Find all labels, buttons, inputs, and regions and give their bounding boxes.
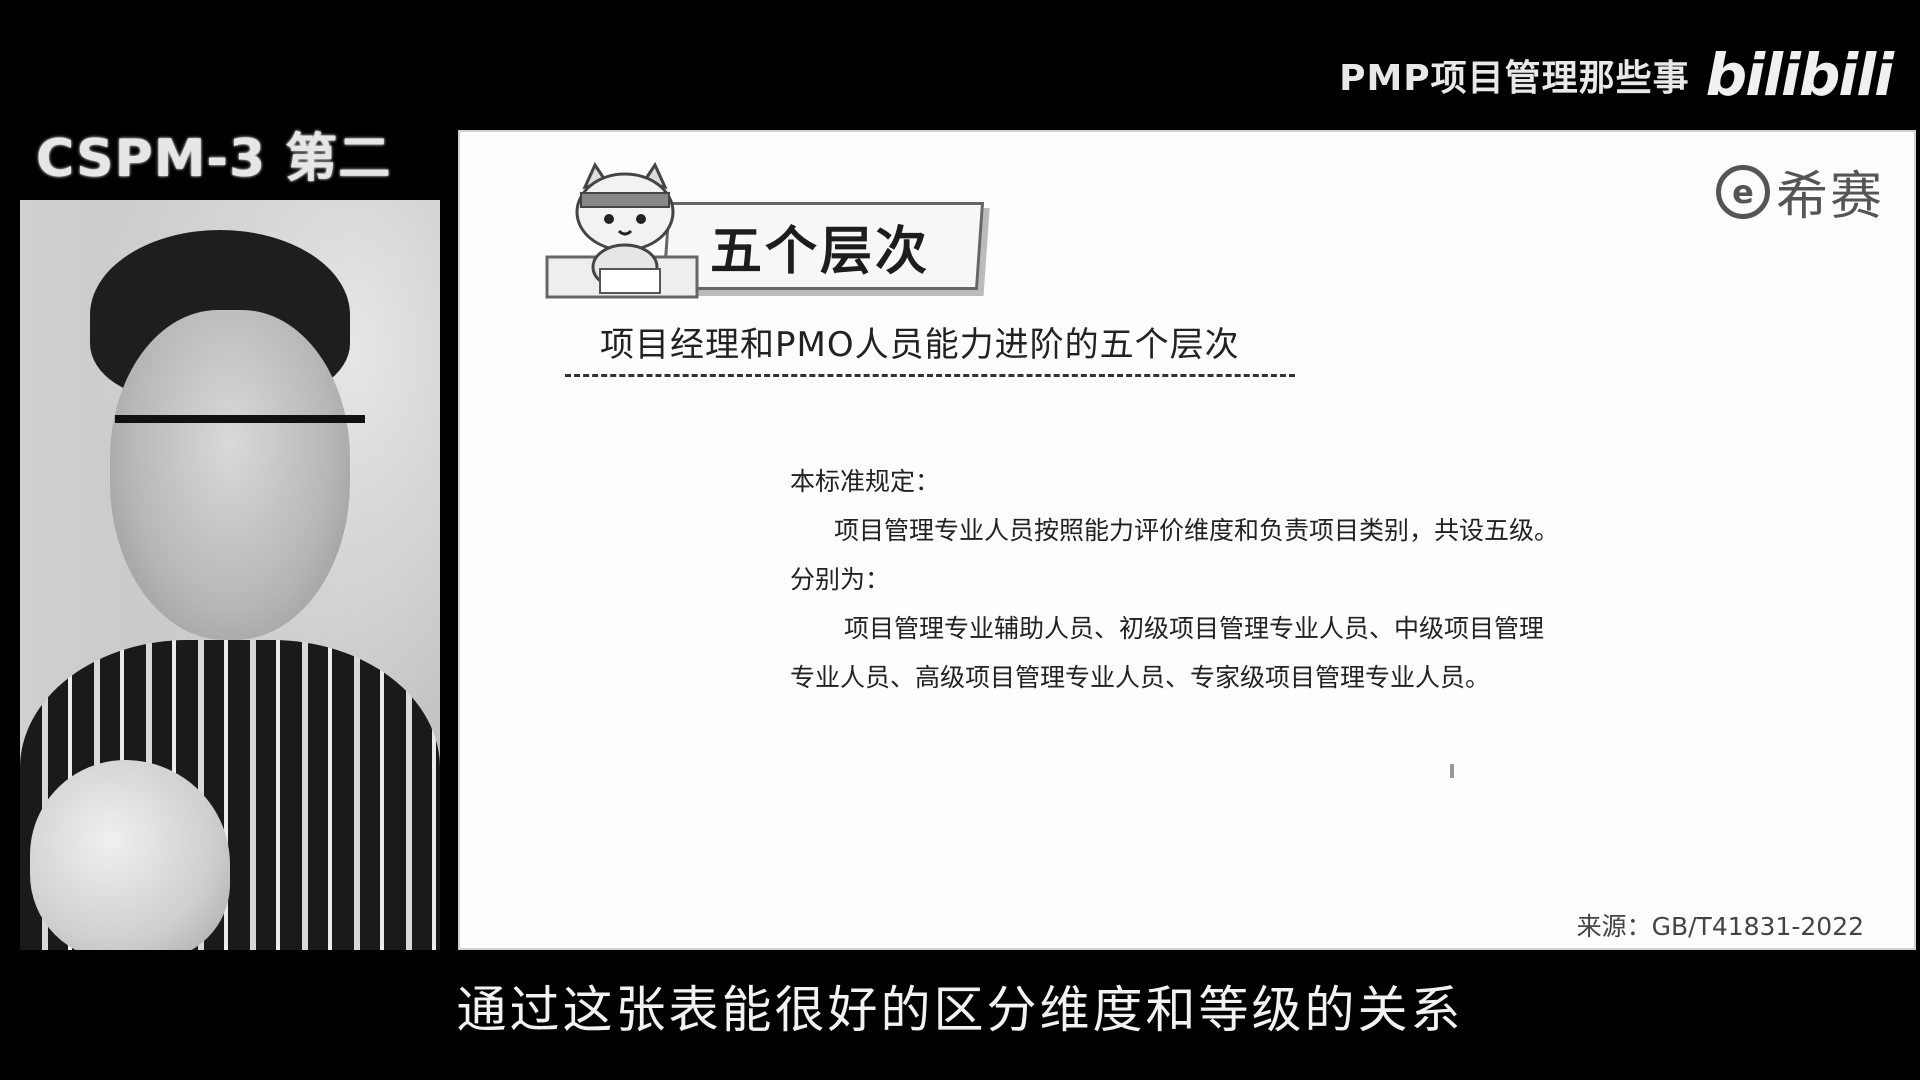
body-intro-2: 分别为： (790, 565, 891, 594)
body-line-3: 专业人员、高级项目管理专业人员、专家级项目管理专业人员。 (790, 663, 1491, 692)
body-line-2: 项目管理专业辅助人员、初级项目管理专业人员、中级项目管理 (844, 614, 1545, 643)
bilibili-logo: bilibili (1705, 41, 1894, 109)
slide-title: 五个层次 (710, 222, 931, 282)
title-banner: 五个层次 (545, 157, 1005, 307)
presenter-face (110, 310, 350, 640)
body-intro: 本标准规定： (790, 467, 941, 496)
channel-name: PMP项目管理那些事 (1339, 58, 1690, 99)
cat-mascot-icon (545, 161, 699, 299)
dashed-divider (565, 374, 1295, 377)
presentation-slide: e 希赛 五个层次 项目经理和PMO人员能力进阶的五个层次 本标准规定： 项目管… (458, 130, 1916, 950)
source-citation: 来源：GB/T41831-2022 (1576, 912, 1864, 941)
body-line-1: 项目管理专业人员按照能力评价维度和负责项目类别，共设五级。 (834, 516, 1560, 545)
presenter-glasses (115, 415, 365, 453)
video-caption: 通过这张表能很好的区分维度和等级的关系 (456, 981, 1464, 1039)
text-cursor-icon (1450, 764, 1454, 778)
slide-body: 本标准规定： 项目管理专业人员按照能力评价维度和负责项目类别，共设五级。 分别为… (790, 457, 1620, 702)
channel-header: PMP项目管理那些事 bilibili (1339, 41, 1894, 109)
slide-subtitle: 项目经理和PMO人员能力进阶的五个层次 (600, 325, 1240, 365)
brand-logo-icon: e (1715, 164, 1770, 219)
presenter-video (20, 200, 440, 950)
video-frame: PMP项目管理那些事 bilibili CSPM-3 第二章 e 希赛 (0, 0, 1920, 1080)
brand-name: 希赛 (1775, 167, 1884, 227)
slide-brand: e 希赛 (1715, 154, 1884, 229)
